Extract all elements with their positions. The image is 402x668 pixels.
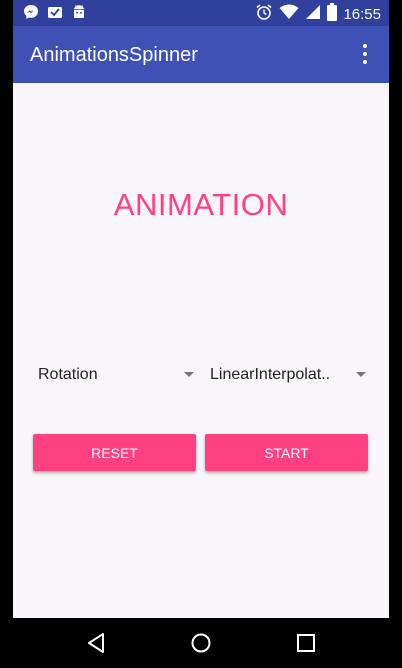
- messenger-icon: [23, 4, 39, 25]
- android-icon: [71, 4, 87, 25]
- status-bar: 16:55: [13, 0, 389, 26]
- spinner-selected-value: Rotation: [38, 366, 98, 383]
- navigation-bar: [0, 618, 402, 668]
- dropdown-arrow-icon: [184, 372, 194, 377]
- home-icon[interactable]: [190, 632, 212, 659]
- main-content: ANIMATION Rotation LinearInterpolat.. RE…: [13, 83, 389, 618]
- status-time: 16:55: [343, 5, 381, 23]
- back-icon[interactable]: [86, 632, 106, 659]
- start-button[interactable]: START: [205, 434, 368, 471]
- animation-heading: ANIMATION: [113, 187, 289, 222]
- spinner-selected-value: LinearInterpolat..: [210, 366, 331, 383]
- app-title: AnimationsSpinner: [30, 44, 198, 66]
- reset-button[interactable]: RESET: [33, 434, 196, 471]
- overflow-menu-icon[interactable]: [355, 42, 375, 66]
- recents-icon[interactable]: [296, 632, 316, 659]
- battery-icon: [327, 3, 338, 26]
- dropdown-arrow-icon: [356, 372, 366, 377]
- app-bar: AnimationsSpinner: [13, 26, 389, 83]
- signal-icon: [305, 4, 321, 25]
- alarm-icon: [255, 3, 273, 26]
- mail-icon: [47, 4, 63, 25]
- animation-type-spinner[interactable]: Rotation: [38, 363, 194, 387]
- interpolator-spinner[interactable]: LinearInterpolat..: [210, 363, 366, 387]
- wifi-icon: [279, 4, 299, 25]
